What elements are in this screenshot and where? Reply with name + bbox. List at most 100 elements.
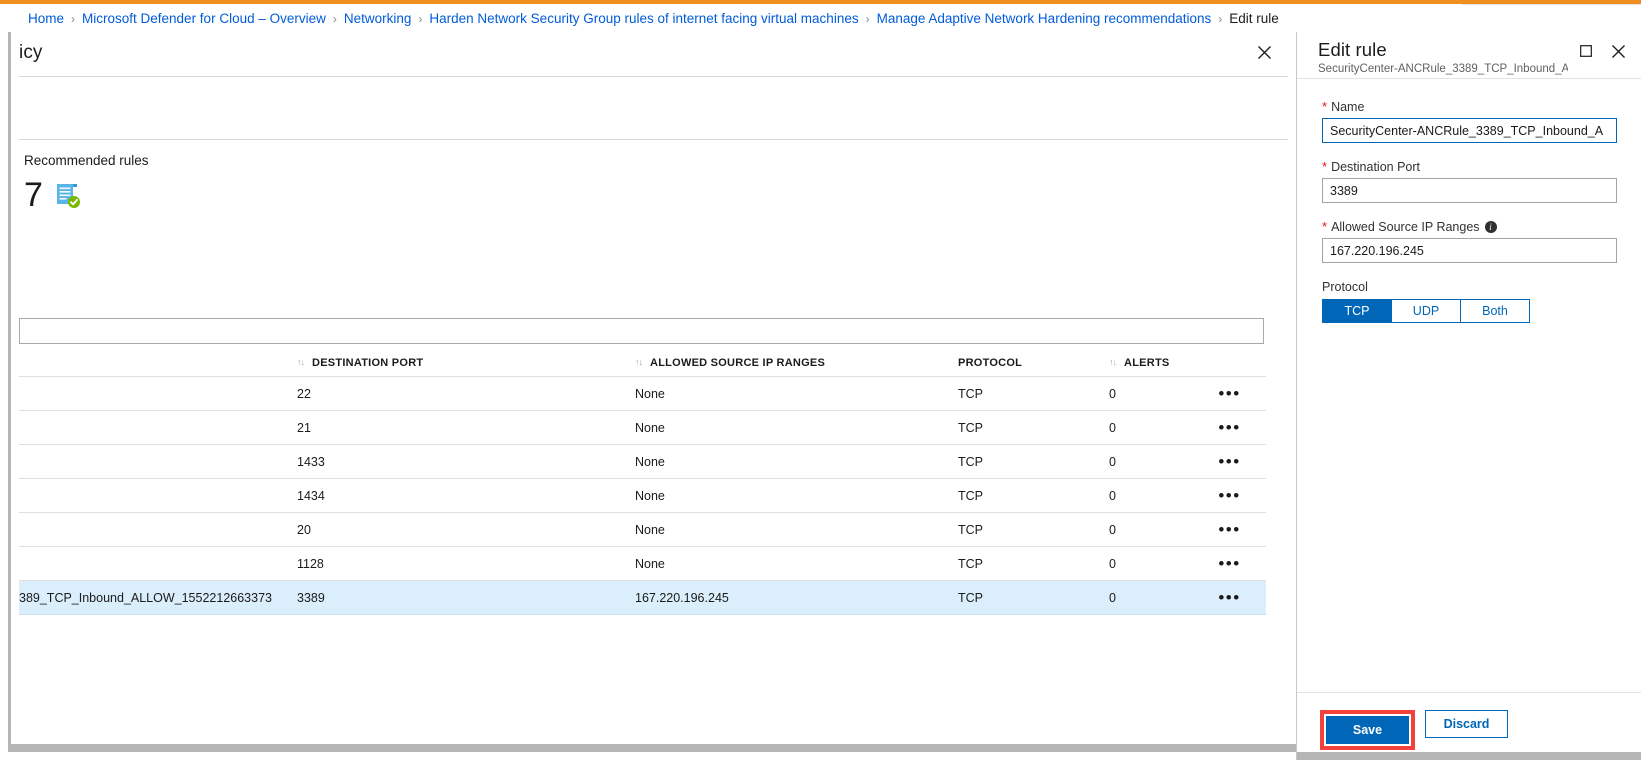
- cell-port: 21: [297, 420, 311, 435]
- protocol-label: Protocol: [1322, 280, 1368, 294]
- row-actions-button[interactable]: •••: [1193, 453, 1266, 470]
- allowed-source-ip-ranges-label-text: Allowed Source IP Ranges: [1331, 220, 1480, 234]
- breadcrumb-item-3[interactable]: Networking: [344, 11, 412, 26]
- field-allowed-source-ip-ranges: * Allowed Source IP Ranges i: [1322, 220, 1617, 263]
- protocol-toggle-group: TCP UDP Both: [1322, 299, 1530, 323]
- row-actions-button[interactable]: •••: [1193, 555, 1266, 572]
- sort-icon[interactable]: ↑↓: [1109, 357, 1117, 367]
- info-icon[interactable]: i: [1484, 221, 1497, 233]
- edit-rule-blade: Edit rule SecurityCenter-ANCRule_3389_TC…: [1296, 32, 1641, 760]
- cell-ip: None: [635, 454, 665, 469]
- cell-alerts: 0: [1109, 590, 1116, 605]
- discard-button[interactable]: Discard: [1425, 710, 1508, 738]
- destination-port-input[interactable]: [1322, 178, 1617, 203]
- cell-protocol: TCP: [958, 420, 983, 435]
- column-header-alerts[interactable]: ↑↓ ALERTS: [1109, 357, 1193, 369]
- breadcrumb-item-5[interactable]: Manage Adaptive Network Hardening recomm…: [877, 11, 1212, 26]
- ellipsis-icon[interactable]: •••: [1218, 385, 1240, 402]
- row-actions-button[interactable]: •••: [1193, 589, 1266, 606]
- cell-protocol: TCP: [958, 454, 983, 469]
- required-asterisk: *: [1322, 99, 1328, 114]
- ellipsis-icon[interactable]: •••: [1218, 521, 1240, 538]
- table-row[interactable]: 22 None TCP 0 •••: [19, 377, 1266, 411]
- azure-portal-screen: Home › Microsoft Defender for Cloud – Over…: [0, 0, 1641, 760]
- row-actions-button[interactable]: •••: [1193, 385, 1266, 402]
- divider-top: [19, 76, 1288, 77]
- ellipsis-icon[interactable]: •••: [1218, 453, 1240, 470]
- recommended-rules-table: ↑↓ DESTINATION PORT ↑↓ ALLOWED SOURCE IP RA…: [19, 350, 1266, 615]
- breadcrumb-separator: ›: [865, 11, 870, 26]
- allowed-source-ip-ranges-label: * Allowed Source IP Ranges i: [1322, 220, 1617, 234]
- breadcrumb-item-4[interactable]: Harden Network Security Group rules of i…: [429, 11, 858, 26]
- cell-protocol: TCP: [958, 556, 983, 571]
- column-header-protocol: PROTOCOL: [958, 357, 1109, 369]
- recommended-rules-count: 7: [24, 176, 43, 214]
- filter-input[interactable]: [19, 318, 1264, 344]
- cell-port: 22: [297, 386, 311, 401]
- edit-rule-form: * Name * Destination Port * Allowed Sour…: [1297, 79, 1641, 679]
- column-header-label: PROTOCOL: [958, 357, 1023, 369]
- cell-alerts: 0: [1109, 488, 1116, 503]
- protocol-option-both[interactable]: Both: [1461, 299, 1530, 323]
- table-row[interactable]: 21 None TCP 0 •••: [19, 411, 1266, 445]
- breadcrumb-separator: ›: [332, 11, 337, 26]
- allowed-source-ip-ranges-input[interactable]: [1322, 238, 1617, 263]
- blade-header-actions: [1573, 38, 1631, 64]
- cell-ip: None: [635, 420, 665, 435]
- destination-port-label: * Destination Port: [1322, 160, 1617, 174]
- ellipsis-icon[interactable]: •••: [1218, 555, 1240, 572]
- cell-ip: None: [635, 488, 665, 503]
- name-label-text: Name: [1331, 100, 1365, 114]
- recommended-rules-summary: 7: [24, 176, 83, 214]
- cell-ip: None: [635, 556, 665, 571]
- breadcrumb-separator: ›: [1218, 11, 1223, 26]
- required-asterisk: *: [1322, 219, 1328, 234]
- sort-icon[interactable]: ↑↓: [297, 357, 305, 367]
- close-icon[interactable]: [1250, 38, 1278, 66]
- required-asterisk: *: [1322, 159, 1328, 174]
- field-name: * Name: [1322, 100, 1617, 143]
- field-destination-port: * Destination Port: [1322, 160, 1617, 203]
- row-actions-button[interactable]: •••: [1193, 487, 1266, 504]
- table-row[interactable]: 389_TCP_Inbound_ALLOW_1552212663373 3389 1…: [19, 581, 1266, 615]
- ellipsis-icon[interactable]: •••: [1218, 487, 1240, 504]
- column-header-label: DESTINATION PORT: [312, 357, 424, 369]
- row-actions-button[interactable]: •••: [1193, 521, 1266, 538]
- edit-rule-header: Edit rule SecurityCenter-ANCRule_3389_TC…: [1297, 32, 1641, 79]
- breadcrumb-separator: ›: [71, 11, 76, 26]
- row-actions-button[interactable]: •••: [1193, 419, 1266, 436]
- cell-alerts: 0: [1109, 522, 1116, 537]
- column-header-label: ALERTS: [1124, 357, 1170, 369]
- protocol-option-udp[interactable]: UDP: [1392, 299, 1461, 323]
- divider-second: [19, 139, 1288, 140]
- cell-port: 20: [297, 522, 311, 537]
- breadcrumb-item-1[interactable]: Home: [28, 11, 64, 26]
- column-header-port[interactable]: ↑↓ DESTINATION PORT: [297, 357, 635, 369]
- table-header-row: ↑↓ DESTINATION PORT ↑↓ ALLOWED SOURCE IP RA…: [19, 350, 1266, 376]
- breadcrumb-item-2[interactable]: Microsoft Defender for Cloud – Overview: [82, 11, 326, 26]
- breadcrumb-item-6: Edit rule: [1229, 11, 1279, 26]
- cell-ip: 167.220.196.245: [635, 590, 729, 605]
- close-icon[interactable]: [1605, 38, 1631, 64]
- left-pane-bottom-bar: [11, 744, 1296, 752]
- cell-alerts: 0: [1109, 556, 1116, 571]
- recommended-rules-label: Recommended rules: [24, 153, 149, 168]
- protocol-option-tcp[interactable]: TCP: [1322, 299, 1392, 323]
- table-row[interactable]: 1434 None TCP 0 •••: [19, 479, 1266, 513]
- cell-alerts: 0: [1109, 386, 1116, 401]
- sort-icon[interactable]: ↑↓: [635, 357, 643, 367]
- name-input[interactable]: [1322, 118, 1617, 143]
- ellipsis-icon[interactable]: •••: [1218, 589, 1240, 606]
- destination-port-label-text: Destination Port: [1331, 160, 1420, 174]
- save-button[interactable]: Save: [1326, 716, 1409, 744]
- ellipsis-icon[interactable]: •••: [1218, 419, 1240, 436]
- cell-protocol: TCP: [958, 488, 983, 503]
- cell-port: 1128: [297, 556, 324, 571]
- table-row[interactable]: 20 None TCP 0 •••: [19, 513, 1266, 547]
- maximize-icon[interactable]: [1573, 38, 1599, 64]
- table-row[interactable]: 1128 None TCP 0 •••: [19, 547, 1266, 581]
- column-header-label: ALLOWED SOURCE IP RANGES: [650, 357, 826, 369]
- table-row[interactable]: 1433 None TCP 0 •••: [19, 445, 1266, 479]
- cell-port: 3389: [297, 590, 325, 605]
- column-header-ip[interactable]: ↑↓ ALLOWED SOURCE IP RANGES: [635, 357, 958, 369]
